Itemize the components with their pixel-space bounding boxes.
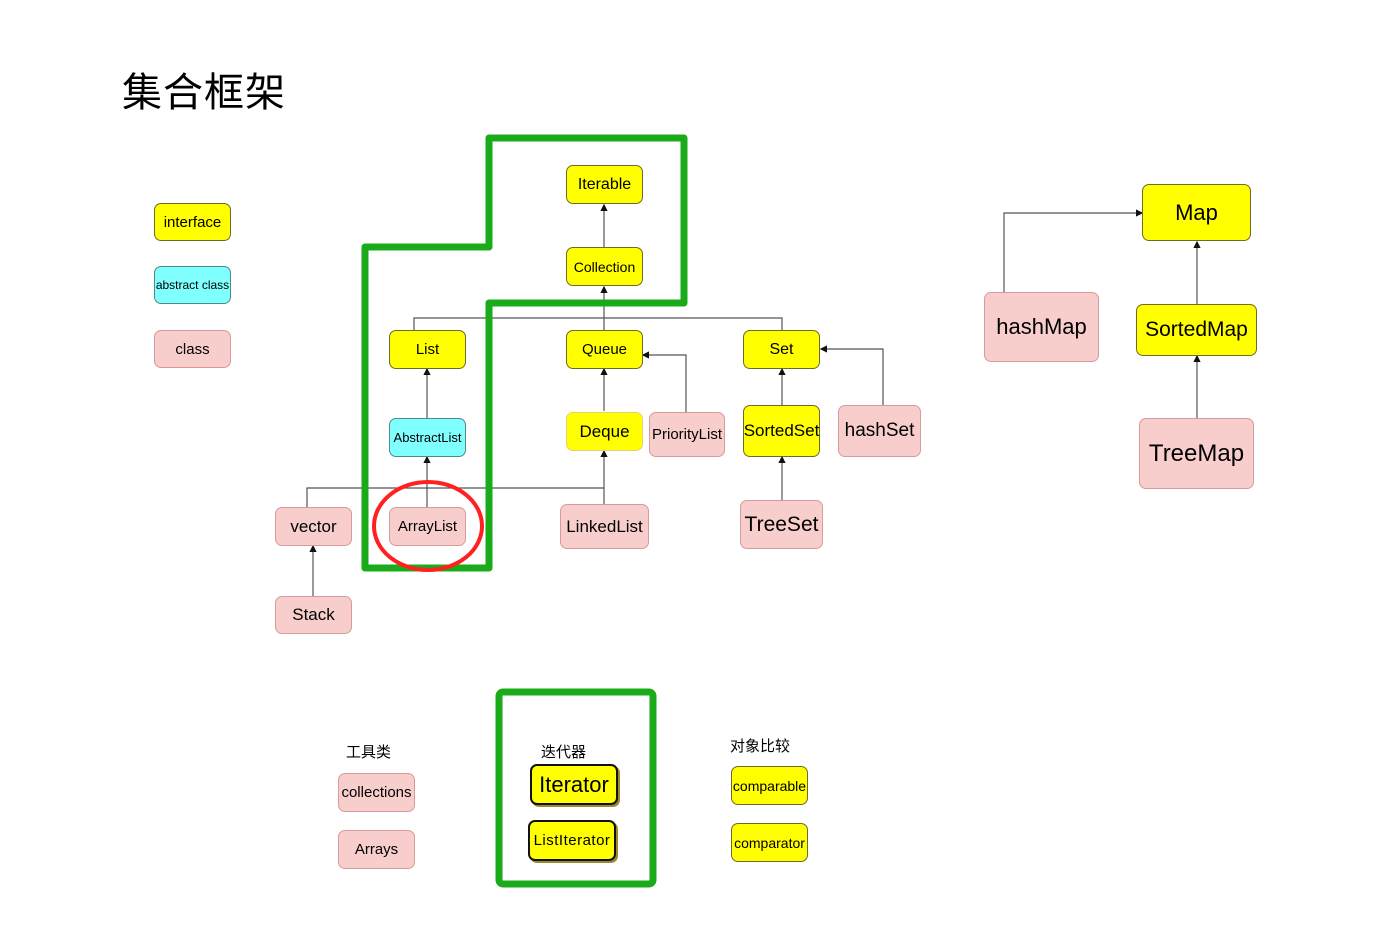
iterators-heading: 迭代器 <box>541 743 587 761</box>
node-tree-set[interactable]: TreeSet <box>740 500 823 549</box>
node-iterable[interactable]: Iterable <box>566 165 643 204</box>
node-map[interactable]: Map <box>1142 184 1251 241</box>
node-collections[interactable]: collections <box>338 773 415 812</box>
node-queue[interactable]: Queue <box>566 330 643 369</box>
node-vector[interactable]: vector <box>275 507 352 546</box>
node-comparator[interactable]: comparator <box>731 823 808 862</box>
node-hash-set[interactable]: hashSet <box>838 405 921 457</box>
node-collection[interactable]: Collection <box>566 247 643 286</box>
legend-abstract-class: abstract class <box>154 266 231 304</box>
node-priority-list[interactable]: PriorityList <box>649 412 725 457</box>
node-stack[interactable]: Stack <box>275 596 352 634</box>
node-abstract-list[interactable]: AbstractList <box>389 418 466 457</box>
node-set[interactable]: Set <box>743 330 820 369</box>
node-sorted-set[interactable]: SortedSet <box>743 405 820 457</box>
node-comparable[interactable]: comparable <box>731 766 808 805</box>
node-iterator[interactable]: Iterator <box>530 764 618 805</box>
legend-interface: interface <box>154 203 231 241</box>
node-linked-list[interactable]: LinkedList <box>560 504 649 549</box>
node-tree-map[interactable]: TreeMap <box>1139 418 1254 489</box>
node-list-iterator[interactable]: ListIterator <box>528 820 616 861</box>
node-list[interactable]: List <box>389 330 466 369</box>
node-arrays[interactable]: Arrays <box>338 830 415 869</box>
edge-list-set-bus <box>413 317 783 330</box>
node-deque[interactable]: Deque <box>566 412 643 451</box>
utilities-heading: 工具类 <box>346 743 392 761</box>
node-hash-map[interactable]: hashMap <box>984 292 1099 362</box>
edge-prioritylist-queue <box>641 351 687 412</box>
edge-hashmap-map <box>1003 209 1144 292</box>
edge-vector-linkedlist-bus <box>306 487 604 507</box>
node-array-list[interactable]: ArrayList <box>389 507 466 546</box>
comparison-heading: 对象比较 <box>730 737 791 755</box>
node-sorted-map[interactable]: SortedMap <box>1136 304 1257 356</box>
edge-hashset-set <box>819 345 884 405</box>
legend-class: class <box>154 330 231 368</box>
